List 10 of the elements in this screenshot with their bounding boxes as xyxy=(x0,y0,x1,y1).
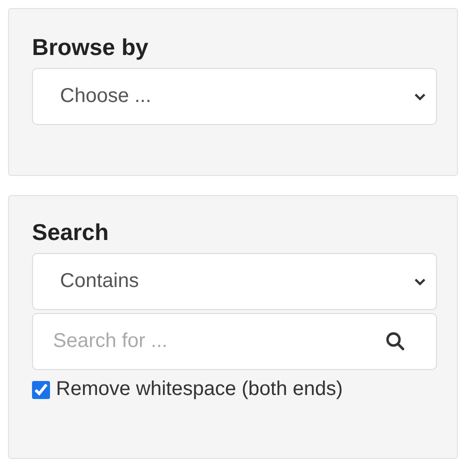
browse-dropdown[interactable]: Choose ... xyxy=(32,68,437,125)
search-field[interactable]: Search for ... xyxy=(32,313,437,370)
panel-title: Search xyxy=(32,218,110,246)
chevron-icon xyxy=(414,278,426,286)
search-icon xyxy=(385,331,405,351)
match-dropdown[interactable]: Contains xyxy=(32,253,437,310)
panel-title: Browse by xyxy=(32,33,150,61)
checkbox[interactable] xyxy=(32,380,50,398)
checkbox-label: Remove whitespace (both ends) xyxy=(56,378,343,401)
chevron-icon xyxy=(414,92,426,100)
